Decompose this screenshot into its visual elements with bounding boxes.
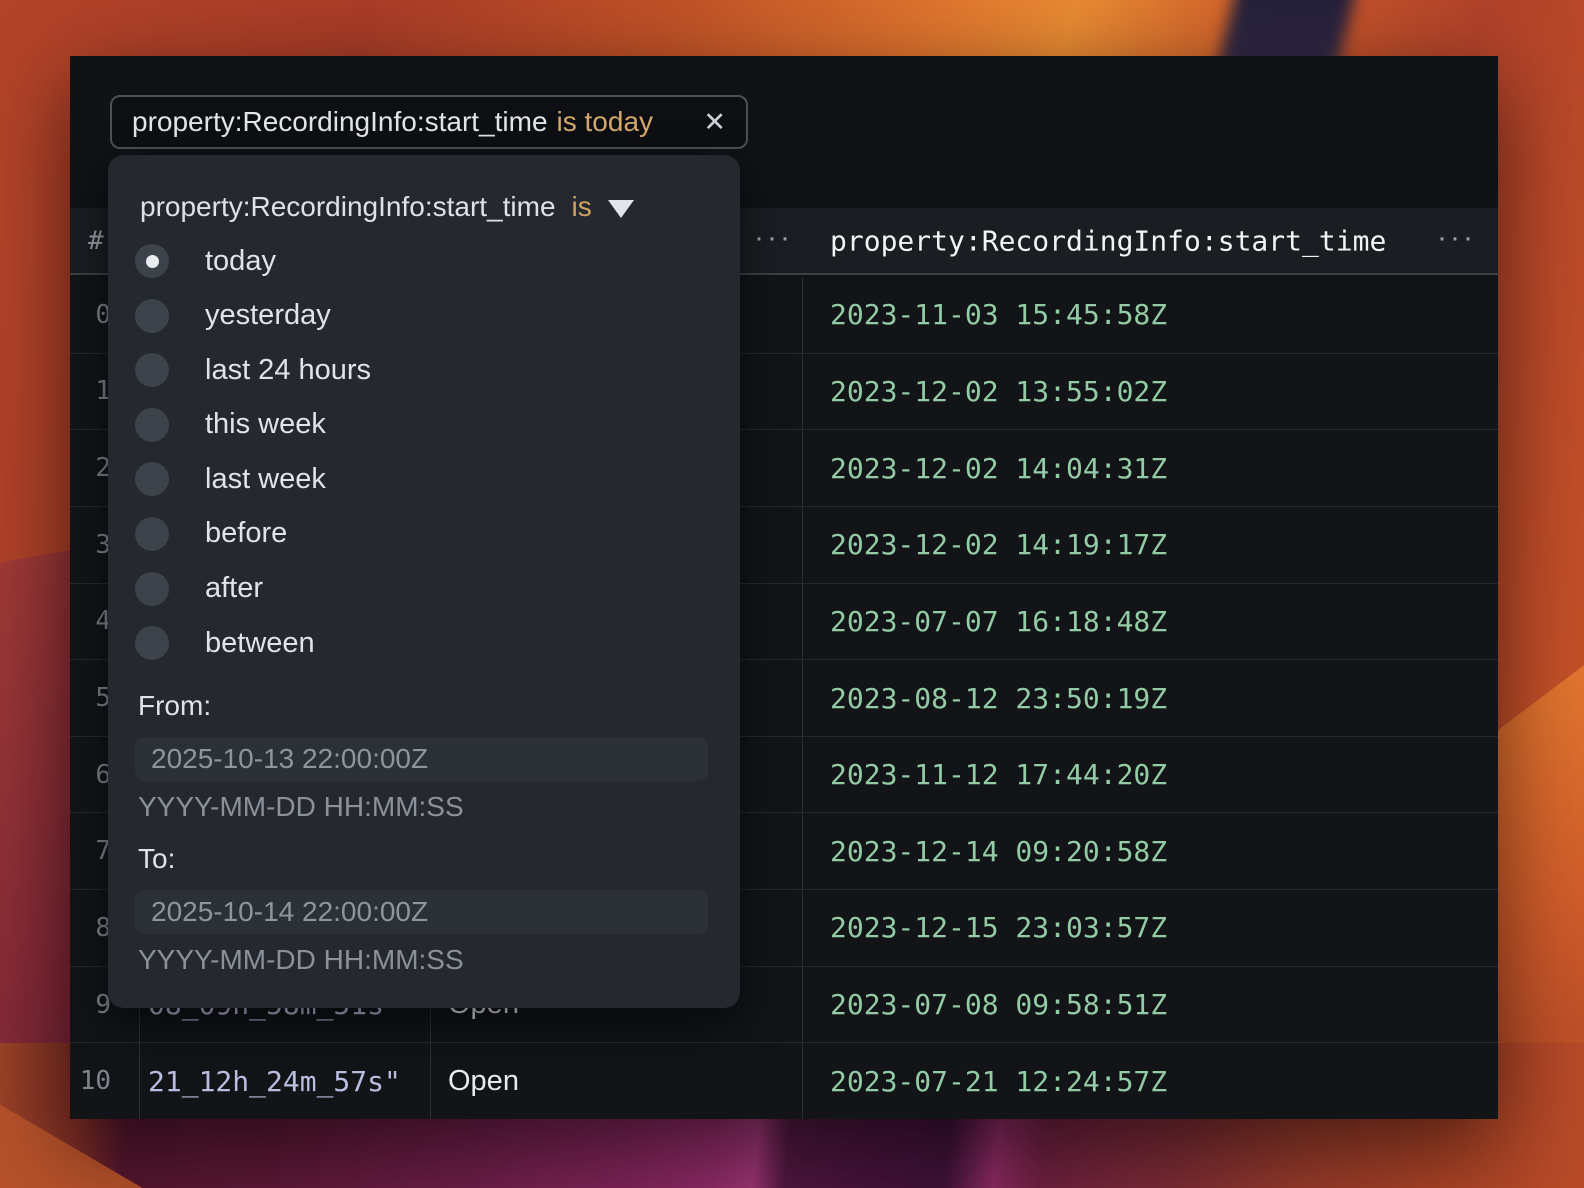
start-time-cell: 2023-11-03 15:45:58Z <box>803 277 1498 353</box>
filter-pill-field: property:RecordingInfo:start_time <box>132 106 548 138</box>
filter-popup-header: property:RecordingInfo:start_time is <box>140 185 634 229</box>
filter-option-between[interactable]: between <box>135 626 371 660</box>
start-time-column-header[interactable]: property:RecordingInfo:start_time <box>830 224 1386 257</box>
radio-icon[interactable] <box>135 353 169 387</box>
start-time-cell: 2023-07-08 09:58:51Z <box>803 967 1498 1043</box>
filter-popup: property:RecordingInfo:start_time is tod… <box>108 155 740 1008</box>
radio-selected-icon[interactable] <box>135 244 169 278</box>
start-time-cell: 2023-12-02 13:55:02Z <box>803 354 1498 430</box>
filter-option-label: yesterday <box>205 299 331 332</box>
to-label: To: <box>138 843 175 875</box>
close-icon[interactable]: ✕ <box>703 107 726 138</box>
filter-option-before[interactable]: before <box>135 517 371 551</box>
start-time-cell: 2023-12-02 14:19:17Z <box>803 507 1498 583</box>
filter-option-label: today <box>205 245 276 278</box>
start-time-cell: 2023-07-21 12:24:57Z <box>803 1043 1498 1119</box>
from-format-hint: YYYY-MM-DD HH:MM:SS <box>138 791 464 823</box>
from-label: From: <box>138 690 211 722</box>
start-time-cell: 2023-12-15 23:03:57Z <box>803 890 1498 966</box>
start-time-cell: 2023-11-12 17:44:20Z <box>803 737 1498 813</box>
filter-option-list: today yesterday last 24 hours this week last… <box>135 244 371 660</box>
filter-option-today[interactable]: today <box>135 244 371 278</box>
filter-option-label: last week <box>205 463 326 496</box>
filter-option-label: after <box>205 572 263 605</box>
filter-option-label: this week <box>205 408 326 441</box>
app-window: # ··· property:RecordingInfo:start_time … <box>70 56 1498 1119</box>
start-time-cell: 2023-08-12 23:50:19Z <box>803 660 1498 736</box>
filter-option-label: between <box>205 627 315 660</box>
start-time-cell: 2023-12-14 09:20:58Z <box>803 813 1498 889</box>
filter-option-label: before <box>205 517 287 550</box>
from-input[interactable]: 2025-10-13 22:00:00Z <box>135 737 708 781</box>
to-format-hint: YYYY-MM-DD HH:MM:SS <box>138 944 464 976</box>
to-input[interactable]: 2025-10-14 22:00:00Z <box>135 890 708 934</box>
filter-pill-condition: is today <box>557 106 654 138</box>
radio-icon[interactable] <box>135 517 169 551</box>
radio-icon[interactable] <box>135 572 169 606</box>
radio-icon[interactable] <box>135 626 169 660</box>
radio-icon[interactable] <box>135 462 169 496</box>
filter-field-label: property:RecordingInfo:start_time <box>140 191 556 223</box>
filter-option-yesterday[interactable]: yesterday <box>135 299 371 333</box>
start-time-cell: 2023-07-07 16:18:48Z <box>803 584 1498 660</box>
filter-option-last-24-hours[interactable]: last 24 hours <box>135 353 371 387</box>
index-column-header: # <box>88 226 104 256</box>
filter-option-last-week[interactable]: last week <box>135 462 371 496</box>
table-row: 1021_12h_24m_57s"Open2023-07-21 12:24:57… <box>70 1043 1498 1119</box>
radio-icon[interactable] <box>135 408 169 442</box>
filter-option-label: last 24 hours <box>205 354 371 387</box>
filter-option-after[interactable]: after <box>135 572 371 606</box>
chevron-down-icon[interactable] <box>608 200 634 218</box>
recording-name-cell: 21_12h_24m_57s" <box>140 1043 431 1119</box>
filter-operator-label: is <box>572 191 592 223</box>
radio-icon[interactable] <box>135 299 169 333</box>
filter-pill[interactable]: property:RecordingInfo:start_time is tod… <box>110 95 748 149</box>
row-index-cell: 10 <box>70 1043 140 1119</box>
column-menu-icon[interactable]: ··· <box>754 223 793 253</box>
filter-option-this-week[interactable]: this week <box>135 408 371 442</box>
start-time-cell: 2023-12-02 14:04:31Z <box>803 430 1498 506</box>
open-link[interactable]: Open <box>431 1043 803 1119</box>
column-menu-icon[interactable]: ··· <box>1437 223 1476 253</box>
